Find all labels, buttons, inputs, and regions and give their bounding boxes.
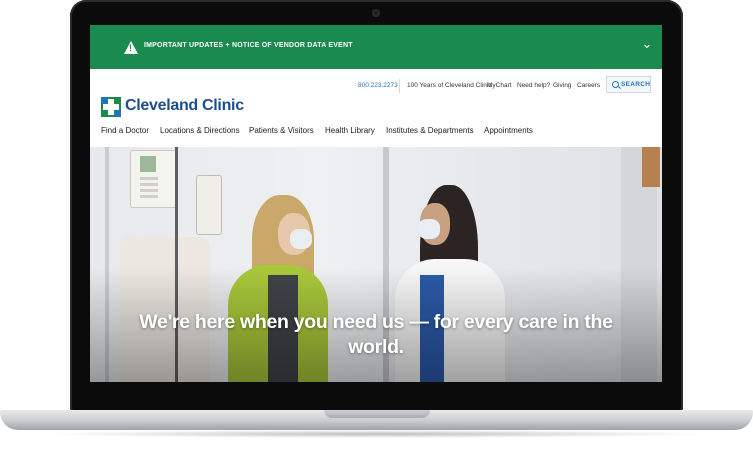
laptop-shadow — [40, 430, 713, 438]
browser-screen: IMPORTANT UPDATES + NOTICE OF VENDOR DAT… — [90, 25, 662, 382]
search-icon — [612, 81, 619, 88]
chevron-down-icon[interactable]: ⌄ — [640, 37, 654, 51]
link-need-help[interactable]: Need help? — [517, 82, 550, 89]
medical-monitor — [130, 150, 178, 208]
headline-line-1: We're here when you need us — for every … — [139, 311, 613, 333]
nav-institutes-departments[interactable]: Institutes & Departments — [386, 126, 474, 135]
infusion-pump — [196, 175, 222, 235]
logo-icon[interactable] — [101, 97, 121, 117]
hero-image: We're here when you need us — for every … — [90, 147, 662, 382]
link-mychart[interactable]: MyChart — [487, 82, 512, 89]
brand-logo-text[interactable]: Cleveland Clinic — [125, 97, 244, 115]
nav-appointments[interactable]: Appointments — [484, 126, 533, 135]
search-button[interactable]: SEARCH — [606, 76, 651, 93]
laptop-notch — [324, 410, 430, 418]
search-label: SEARCH — [621, 81, 651, 88]
patient-mask — [290, 229, 312, 249]
doctor-mask — [418, 219, 440, 239]
nav-locations-directions[interactable]: Locations & Directions — [160, 126, 240, 135]
link-100-years[interactable]: 100 Years of Cleveland Clinic — [407, 82, 492, 89]
link-giving[interactable]: Giving — [553, 82, 571, 89]
link-careers[interactable]: Careers — [577, 82, 600, 89]
hero-headline: We're here when you need us — for every … — [90, 310, 662, 360]
headline-line-2: world. — [348, 336, 404, 358]
nav-health-library[interactable]: Health Library — [325, 126, 375, 135]
phone-link[interactable]: 800.223.2273 — [358, 82, 398, 89]
nav-patients-visitors[interactable]: Patients & Visitors — [249, 126, 314, 135]
nav-find-a-doctor[interactable]: Find a Doctor — [101, 126, 149, 135]
cabinet — [642, 147, 660, 187]
warning-icon — [124, 41, 138, 54]
divider — [399, 79, 400, 93]
camera-icon — [372, 9, 380, 17]
alert-banner[interactable]: IMPORTANT UPDATES + NOTICE OF VENDOR DAT… — [90, 25, 662, 69]
alert-text[interactable]: IMPORTANT UPDATES + NOTICE OF VENDOR DAT… — [144, 42, 353, 49]
